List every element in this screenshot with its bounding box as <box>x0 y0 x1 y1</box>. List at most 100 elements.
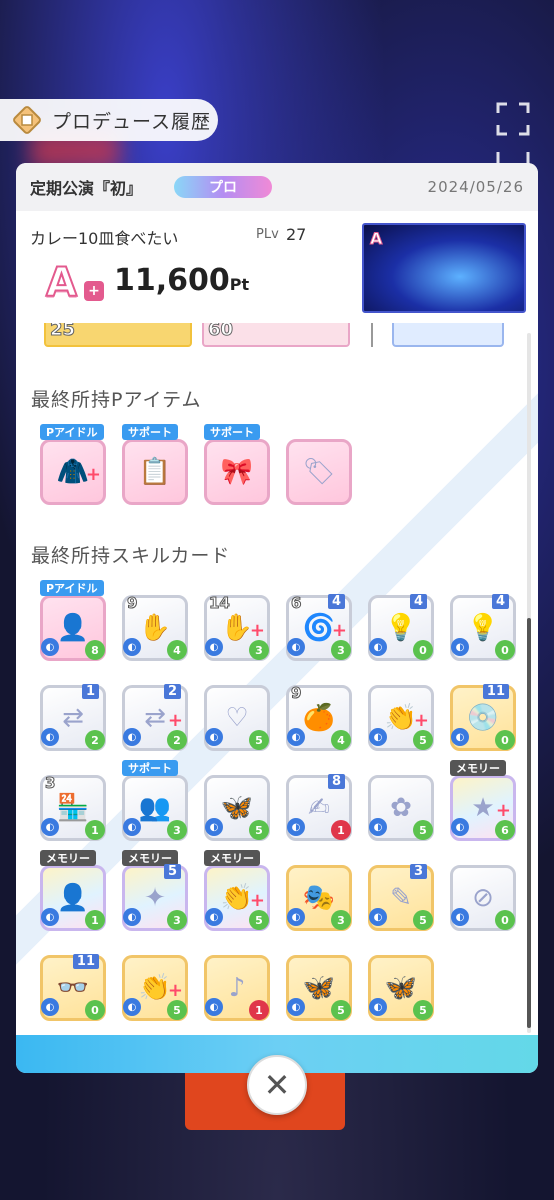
effect-type-icon: ◐ <box>205 908 223 926</box>
card-cost: 5 <box>249 730 269 750</box>
card-tag: サポート <box>122 424 178 440</box>
items-section-title: 最終所持Pアイテム <box>31 389 202 411</box>
skill-card[interactable]: ✦ メモリー 5 ◐ 3 <box>122 850 188 931</box>
skill-card[interactable]: ⇄ 2 + ◐ 2 <box>122 684 188 751</box>
skill-card[interactable]: 👤 Pアイドル ◐ 8 <box>40 580 106 661</box>
skill-card[interactable]: ♪ ◐ 1 <box>204 955 270 1021</box>
skill-card[interactable]: 👏 メモリー + ◐ 5 <box>204 850 270 931</box>
card-tag: サポート <box>204 424 260 440</box>
card-cost: 3 <box>249 640 269 660</box>
skill-card[interactable]: ✍ 8 ◐ 1 <box>286 774 352 841</box>
upgrade-plus-icon: + <box>167 980 183 1001</box>
card-value-badge: 11 <box>482 684 509 699</box>
modal-title-row: 定期公演『初』 プロ 2024/05/26 <box>16 163 538 211</box>
upgrade-plus-icon: + <box>413 710 429 731</box>
upgrade-plus-icon: + <box>331 620 347 641</box>
close-button[interactable]: ✕ <box>247 1055 307 1115</box>
card-cost: 3 <box>167 910 187 930</box>
card-cost: 5 <box>167 1000 187 1020</box>
card-cost: 0 <box>85 1000 105 1020</box>
effect-type-icon: ◐ <box>369 998 387 1016</box>
effect-type-icon: ◐ <box>123 998 141 1016</box>
screen-header: プロデュース履歴 <box>0 99 218 141</box>
thumbnail-grade: A <box>369 229 383 249</box>
skill-card[interactable]: ★ メモリー + ◐ 6 <box>450 760 516 841</box>
effect-type-icon: ◐ <box>123 818 141 836</box>
header-title: プロデュース履歴 <box>52 110 212 133</box>
card-cost: 5 <box>413 1000 433 1020</box>
card-tag: メモリー <box>40 850 96 866</box>
history-scroll-area[interactable]: 25 60 最終所持Pアイテム 🧥 Pアイドル + 📋 サポート 🎀 サポート 🏷 最終所持ス… <box>16 323 538 1035</box>
card-cost: 5 <box>249 820 269 840</box>
live-thumbnail[interactable]: A <box>362 223 526 313</box>
card-cost: 3 <box>167 820 187 840</box>
skill-card[interactable]: ✋ 9 ◐ 4 <box>122 594 188 661</box>
card-cost: 5 <box>413 820 433 840</box>
skill-card[interactable]: 👏 + ◐ 5 <box>122 955 188 1021</box>
skill-card[interactable]: 🍊 9 ◐ 4 <box>286 684 352 751</box>
skill-card[interactable]: 👓 11 ◐ 0 <box>40 954 106 1021</box>
scrollbar-thumb[interactable] <box>527 618 531 1028</box>
effect-type-icon: ◐ <box>41 998 59 1016</box>
skill-card[interactable]: 💡 4 ◐ 0 <box>450 594 516 661</box>
skill-card[interactable]: ⇄ 1 ◐ 2 <box>40 684 106 751</box>
skill-card[interactable]: 🎭 ◐ 3 <box>286 865 352 931</box>
card-cost: 8 <box>85 640 105 660</box>
card-value-badge: 4 <box>327 594 345 609</box>
effect-type-icon: ◐ <box>205 638 223 656</box>
card-cost: 2 <box>167 730 187 750</box>
skill-card[interactable]: ✿ ◐ 5 <box>368 775 434 841</box>
skill-card[interactable]: 👏 + ◐ 5 <box>368 685 434 751</box>
skill-card[interactable]: 🏪 3 ◐ 1 <box>40 774 106 841</box>
close-icon: ✕ <box>263 1066 291 1104</box>
p-item[interactable]: 🏷 <box>286 439 352 505</box>
card-cost: 3 <box>331 910 351 930</box>
clipboard-icon: 📋 <box>138 457 172 487</box>
effect-type-icon: ◐ <box>287 908 305 926</box>
effect-type-icon: ◐ <box>123 638 141 656</box>
effect-type-icon: ◐ <box>41 908 59 926</box>
card-count: 9 <box>290 684 302 703</box>
upgrade-plus-icon: + <box>249 890 265 911</box>
card-value-badge: 4 <box>491 594 509 609</box>
skill-card[interactable]: 🦋 ◐ 5 <box>286 955 352 1021</box>
grade-plus: + <box>84 281 104 301</box>
status-strip-mid: 60 <box>202 323 350 347</box>
skill-card[interactable]: ♡ ◐ 5 <box>204 685 270 751</box>
card-cost: 0 <box>495 640 515 660</box>
p-item[interactable]: 📋 サポート <box>122 424 188 505</box>
fullscreen-icon[interactable] <box>496 102 530 136</box>
skill-card[interactable]: 💿 11 ◐ 0 <box>450 684 516 751</box>
produce-history-modal: 定期公演『初』 プロ 2024/05/26 カレー10皿食べたい PLv 27 … <box>16 163 538 1073</box>
card-value-badge: 2 <box>163 684 181 699</box>
skill-card[interactable]: 👥 サポート ◐ 3 <box>122 760 188 841</box>
card-cost: 6 <box>495 820 515 840</box>
status-strip-right <box>392 323 504 347</box>
effect-type-icon: ◐ <box>123 908 141 926</box>
card-count: 6 <box>290 594 302 613</box>
skill-card[interactable]: 👤 メモリー ◐ 1 <box>40 850 106 931</box>
skill-card[interactable]: 🌀 6 4 + ◐ 3 <box>286 594 352 661</box>
effect-type-icon: ◐ <box>369 818 387 836</box>
upgrade-plus-icon: + <box>85 464 101 485</box>
skill-card[interactable]: ✎ 3 ◐ 5 <box>368 864 434 931</box>
rank-badge: プロ <box>174 176 273 198</box>
card-count: 3 <box>44 774 56 793</box>
skill-card[interactable]: 🦋 ◐ 5 <box>204 775 270 841</box>
grade: A <box>45 259 78 307</box>
skill-card[interactable]: ⊘ ◐ 0 <box>450 865 516 931</box>
card-cost: 0 <box>413 640 433 660</box>
skill-card[interactable]: ✋ 14 + ◐ 3 <box>204 594 270 661</box>
cards-section-title: 最終所持スキルカード <box>31 545 231 567</box>
p-item[interactable]: 🎀 サポート <box>204 424 270 505</box>
effect-type-icon: ◐ <box>451 638 469 656</box>
effect-type-icon: ◐ <box>287 638 305 656</box>
skill-card[interactable]: 🦋 ◐ 5 <box>368 955 434 1021</box>
card-cost: 1 <box>331 820 351 840</box>
p-item[interactable]: 🧥 Pアイドル + <box>40 424 106 505</box>
skill-card[interactable]: 💡 4 ◐ 0 <box>368 594 434 661</box>
effect-type-icon: ◐ <box>451 728 469 746</box>
effect-type-icon: ◐ <box>123 728 141 746</box>
card-value-badge: 11 <box>72 954 99 969</box>
card-count: 14 <box>209 594 231 613</box>
